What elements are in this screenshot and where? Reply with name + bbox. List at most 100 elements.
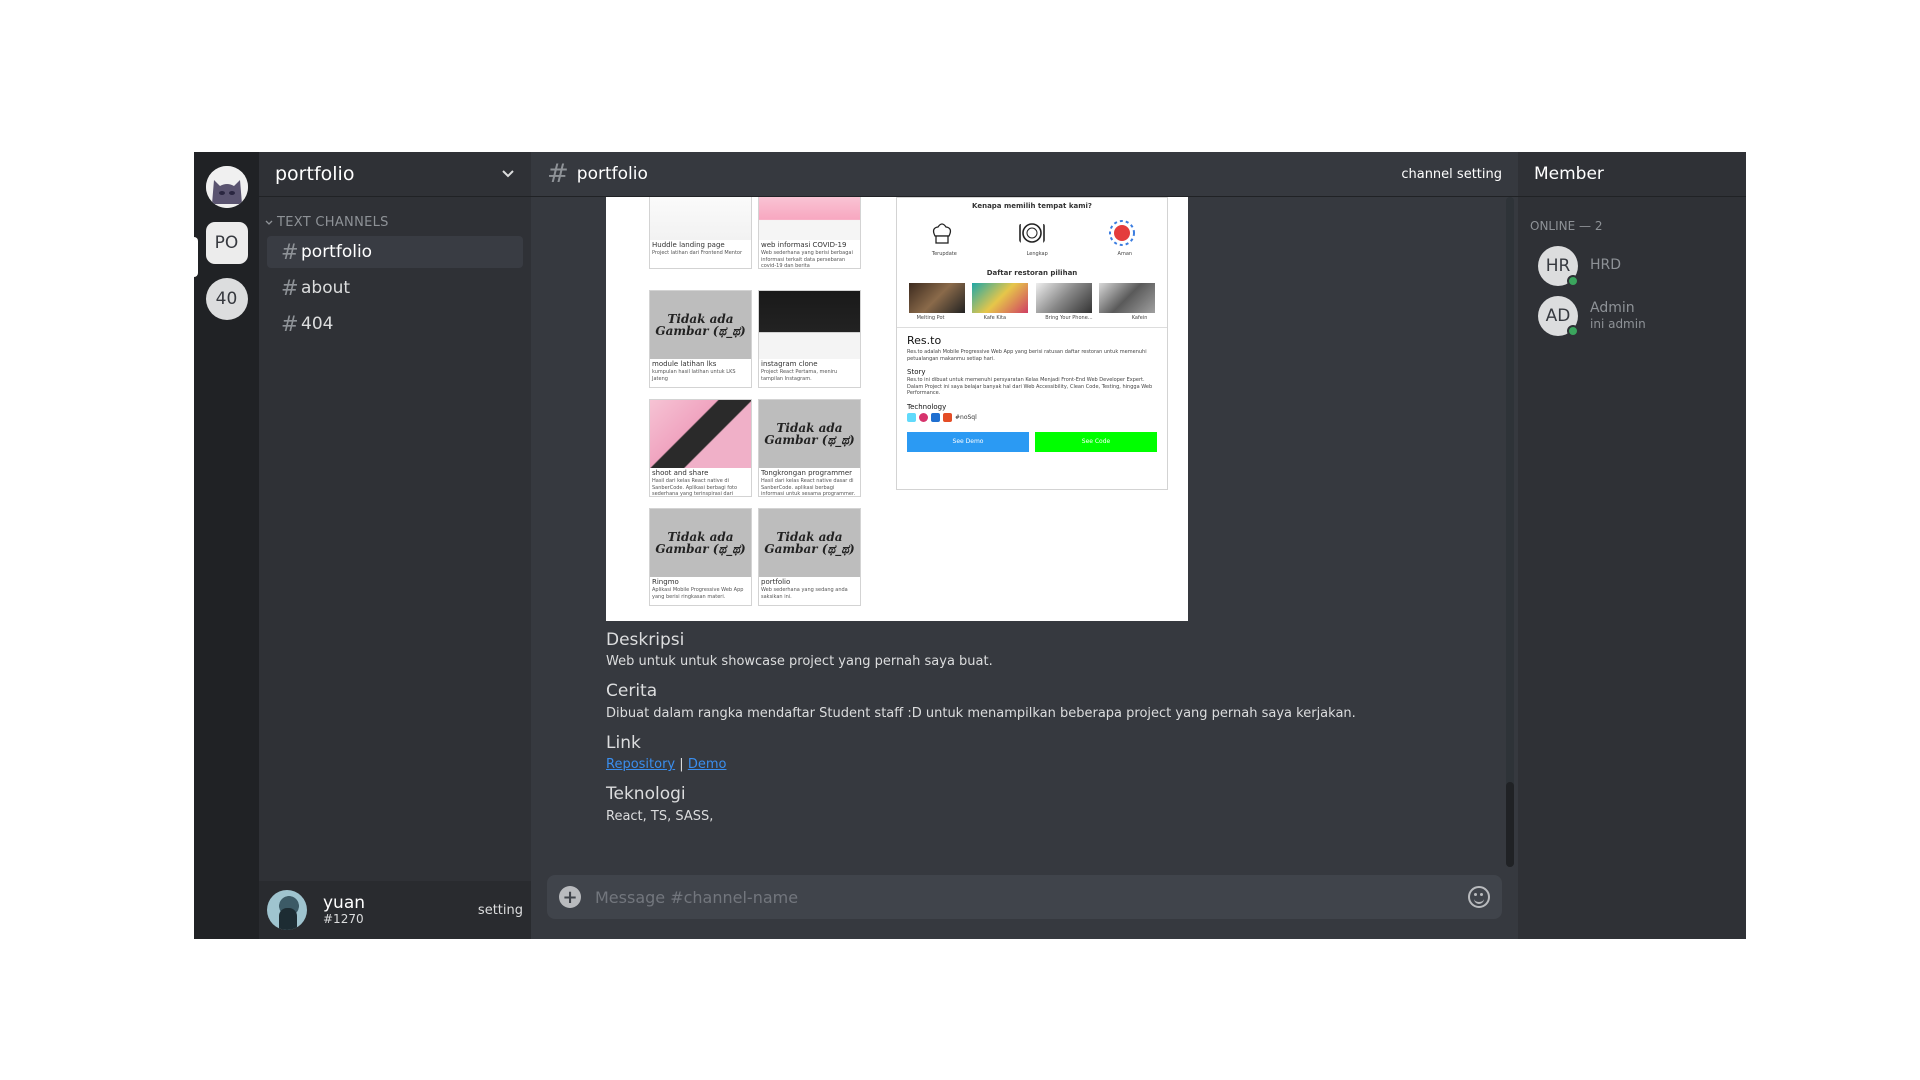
channel-label: 404 xyxy=(301,314,334,334)
resto-about: Res.to adalah Mobile Progressive Web App… xyxy=(907,349,1147,362)
feature-label: Aman xyxy=(1117,251,1133,257)
chevron-down-icon[interactable] xyxy=(501,169,515,179)
project-image xyxy=(759,197,860,240)
message-input[interactable] xyxy=(595,887,1460,907)
repository-link[interactable]: Repository xyxy=(606,757,675,772)
server-40[interactable]: 40 xyxy=(205,278,248,320)
active-server-indicator xyxy=(194,237,198,277)
link-separator: | xyxy=(679,757,684,773)
project-image xyxy=(759,291,860,359)
no-image-placeholder: Tidak ada Gambar (ಥ_ಥ) xyxy=(759,400,860,468)
cat-logo-icon xyxy=(205,166,248,208)
react-icon xyxy=(907,412,916,422)
sass-icon xyxy=(919,412,928,422)
project-card: Tidak ada Gambar (ಥ_ಥ) module latihan lk… xyxy=(649,290,752,388)
user-avatar[interactable] xyxy=(267,890,307,930)
member-item[interactable]: AD Admin ini admin xyxy=(1518,291,1746,341)
project-card: Huddle landing page Project latihan dari… xyxy=(649,197,752,269)
virus-icon xyxy=(1109,220,1135,246)
see-code-button: See Code xyxy=(1035,431,1157,452)
member-status-text: ini admin xyxy=(1590,316,1646,331)
resto-list-title: Daftar restoran pilihan xyxy=(986,269,1078,277)
message-composer: + xyxy=(547,875,1502,919)
project-image xyxy=(650,400,751,468)
restaurant-label: Kafe Kita xyxy=(983,315,1007,321)
project-image xyxy=(650,197,751,240)
hash-icon: # xyxy=(281,312,299,336)
teknologi-heading: Teknologi xyxy=(606,784,686,805)
server-list: PO 40 xyxy=(194,152,259,939)
restaurant-thumb xyxy=(1099,283,1156,313)
restaurant-label: Kafein xyxy=(1131,315,1148,321)
portfolio-screenshot: Huddle landing page Project latihan dari… xyxy=(606,197,1188,621)
restaurant-labels: Melting Pot Kafe Kita Bring Your Phone..… xyxy=(897,315,1167,321)
project-title: portfolio xyxy=(761,578,791,586)
tech-tag: #noSql xyxy=(955,413,977,421)
demo-link[interactable]: Demo xyxy=(688,757,727,772)
project-description: Deskripsi Web untuk untuk showcase proje… xyxy=(606,630,1506,824)
category-label: TEXT CHANNELS xyxy=(277,215,389,230)
add-attachment-icon[interactable]: + xyxy=(559,886,581,908)
resto-buttons: See Demo See Code xyxy=(907,431,1157,452)
project-desc: Web sederhana yang berisi berbagai infor… xyxy=(761,250,853,268)
app-logo-avatar[interactable] xyxy=(205,166,248,208)
project-title: Huddle landing page xyxy=(652,241,725,249)
deskripsi-heading: Deskripsi xyxy=(606,630,685,650)
scrollbar[interactable] xyxy=(1506,197,1514,867)
resto-tech-row: #noSql xyxy=(907,412,1157,422)
channel-title: portfolio xyxy=(576,164,648,184)
channel-portfolio[interactable]: # portfolio xyxy=(267,236,523,268)
resto-question: Kenapa memilih tempat kami? xyxy=(972,202,1092,210)
resto-name: Res.to xyxy=(907,334,942,347)
guild-header[interactable]: portfolio xyxy=(259,152,531,197)
user-panel: yuan #1270 setting xyxy=(259,881,531,939)
collapse-arrow-icon xyxy=(265,220,273,225)
resto-story-heading: Story xyxy=(907,368,926,376)
restaurant-thumb xyxy=(972,283,1029,313)
project-title: Ringmo xyxy=(652,578,679,586)
emoji-icon[interactable] xyxy=(1468,886,1490,908)
cerita-text: Dibuat dalam rangka mendaftar Student st… xyxy=(606,705,1356,721)
feature-label: Lengkap xyxy=(1026,251,1048,257)
channel-setting-button[interactable]: channel setting xyxy=(1401,167,1502,182)
member-header: Member xyxy=(1518,152,1746,197)
hash-icon: # xyxy=(547,159,569,189)
cerita-heading: Cerita xyxy=(606,681,658,702)
online-status-icon xyxy=(1567,325,1579,337)
project-desc: Aplikasi Mobile Progressive Web App yang… xyxy=(652,587,744,600)
project-card: shoot and share Hasil dari kelas React n… xyxy=(649,399,752,497)
resto-tech-heading: Technology xyxy=(907,402,947,411)
chat-header: # portfolio channel setting xyxy=(531,152,1518,197)
no-image-placeholder: Tidak ada Gambar (ಥ_ಥ) xyxy=(650,291,751,359)
project-card: Tidak ada Gambar (ಥ_ಥ) Tongkrongan progr… xyxy=(758,399,861,497)
project-desc: Project React Pertama, meniru tampilan I… xyxy=(761,369,838,382)
project-title: web informasi COVID-19 xyxy=(761,241,847,249)
teknologi-text: React, TS, SASS, xyxy=(606,808,714,824)
link-heading: Link xyxy=(606,732,641,753)
online-count: ONLINE — 2 xyxy=(1530,219,1603,233)
category-text-channels[interactable]: TEXT CHANNELS xyxy=(265,215,531,230)
ts-icon xyxy=(931,412,940,422)
channel-about[interactable]: # about xyxy=(267,272,523,304)
project-card: Tidak ada Gambar (ಥ_ಥ) Ringmo Aplikasi M… xyxy=(649,508,752,606)
plate-icon xyxy=(1019,223,1045,244)
scrollbar-thumb[interactable] xyxy=(1506,782,1514,867)
project-desc: Hasil dari kelas React native di SanberC… xyxy=(652,478,738,496)
channel-404[interactable]: # 404 xyxy=(267,308,523,340)
message-scroller[interactable]: Huddle landing page Project latihan dari… xyxy=(531,197,1518,867)
project-title: instagram clone xyxy=(761,360,818,368)
member-item[interactable]: HR HRD xyxy=(1518,241,1746,291)
restaurant-label: Melting Pot xyxy=(916,315,945,321)
project-detail-resto: Kenapa memilih tempat kami? Terupdate Le… xyxy=(896,197,1168,490)
guild-name: portfolio xyxy=(275,163,355,185)
server-po[interactable]: PO xyxy=(205,222,248,264)
channel-sidebar: portfolio TEXT CHANNELS # portfolio # ab… xyxy=(259,152,531,939)
see-demo-button: See Demo xyxy=(907,431,1029,452)
chef-hat-icon xyxy=(932,223,952,244)
online-status-icon xyxy=(1567,275,1579,287)
link-row: Repository | Demo xyxy=(606,757,1506,772)
project-title: Tongkrongan programmer xyxy=(761,469,853,477)
restaurant-thumb xyxy=(908,283,965,313)
user-setting-button[interactable]: setting xyxy=(478,903,523,918)
project-desc: Hasil dari kelas React native dasar di S… xyxy=(761,478,856,496)
